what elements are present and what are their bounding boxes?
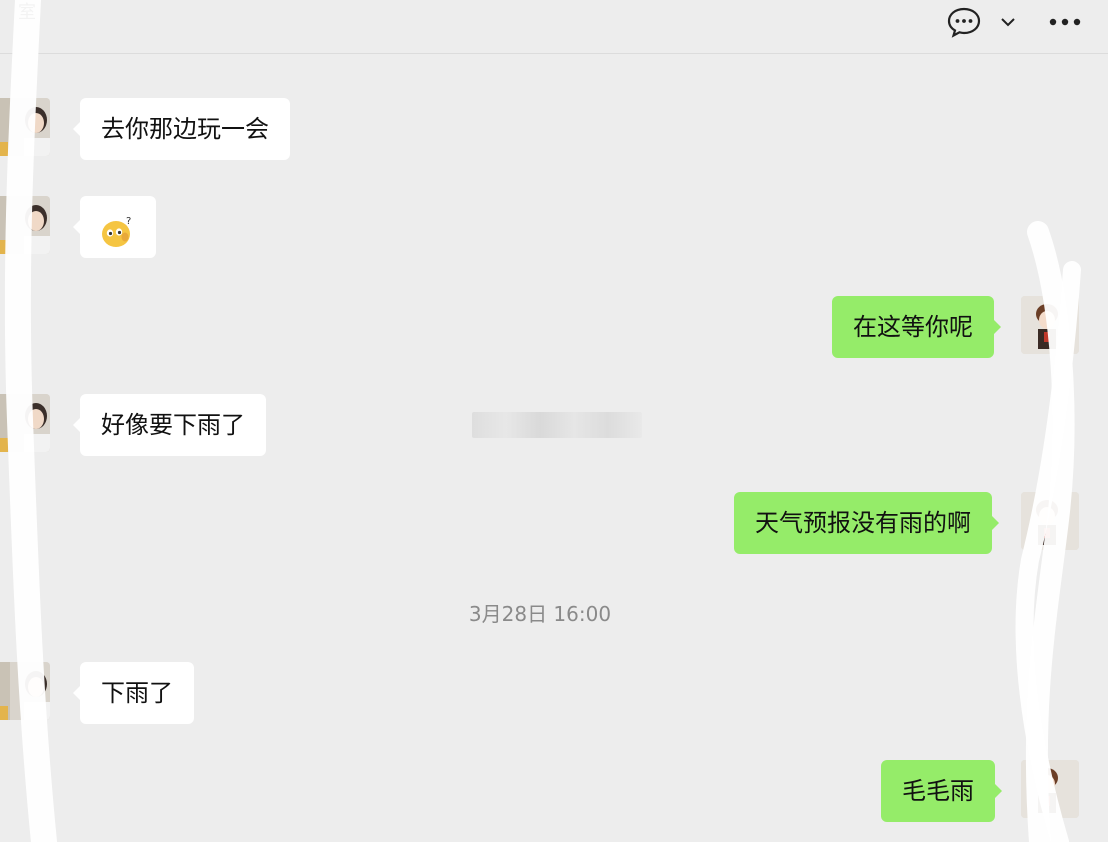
message-timestamp: 3月28日 16:00 — [468, 602, 612, 626]
redacted-overlay — [472, 412, 642, 438]
message-bubble-incoming[interactable]: 好像要下雨了 — [73, 394, 266, 456]
header-actions — [946, 6, 1082, 38]
my-avatar[interactable] — [1021, 760, 1079, 818]
contact-avatar[interactable] — [0, 394, 50, 452]
more-icon[interactable] — [1048, 17, 1082, 27]
chat-title-fragment: 室 — [18, 2, 36, 23]
chat-bubble-icon[interactable] — [946, 6, 982, 38]
message-bubble-incoming-emoji[interactable]: ? — [73, 196, 156, 258]
contact-avatar[interactable] — [0, 98, 50, 156]
contact-avatar[interactable] — [0, 196, 50, 254]
message-bubble-outgoing[interactable]: 毛毛雨 — [881, 760, 1002, 822]
my-avatar[interactable] — [1021, 492, 1079, 550]
chevron-down-icon[interactable] — [1000, 16, 1016, 28]
confused-face-emoji-icon: ? — [99, 210, 137, 247]
svg-text:?: ? — [126, 216, 131, 227]
message-bubble-incoming[interactable]: 下雨了 — [73, 662, 194, 724]
chat-header: 室 — [0, 0, 1108, 54]
message-bubble-outgoing[interactable]: 天气预报没有雨的啊 — [734, 492, 999, 554]
contact-avatar[interactable] — [0, 662, 50, 720]
message-bubble-outgoing[interactable]: 在这等你呢 — [832, 296, 1001, 358]
my-avatar[interactable] — [1021, 296, 1079, 354]
message-bubble-incoming[interactable]: 去你那边玩一会 — [73, 98, 290, 160]
